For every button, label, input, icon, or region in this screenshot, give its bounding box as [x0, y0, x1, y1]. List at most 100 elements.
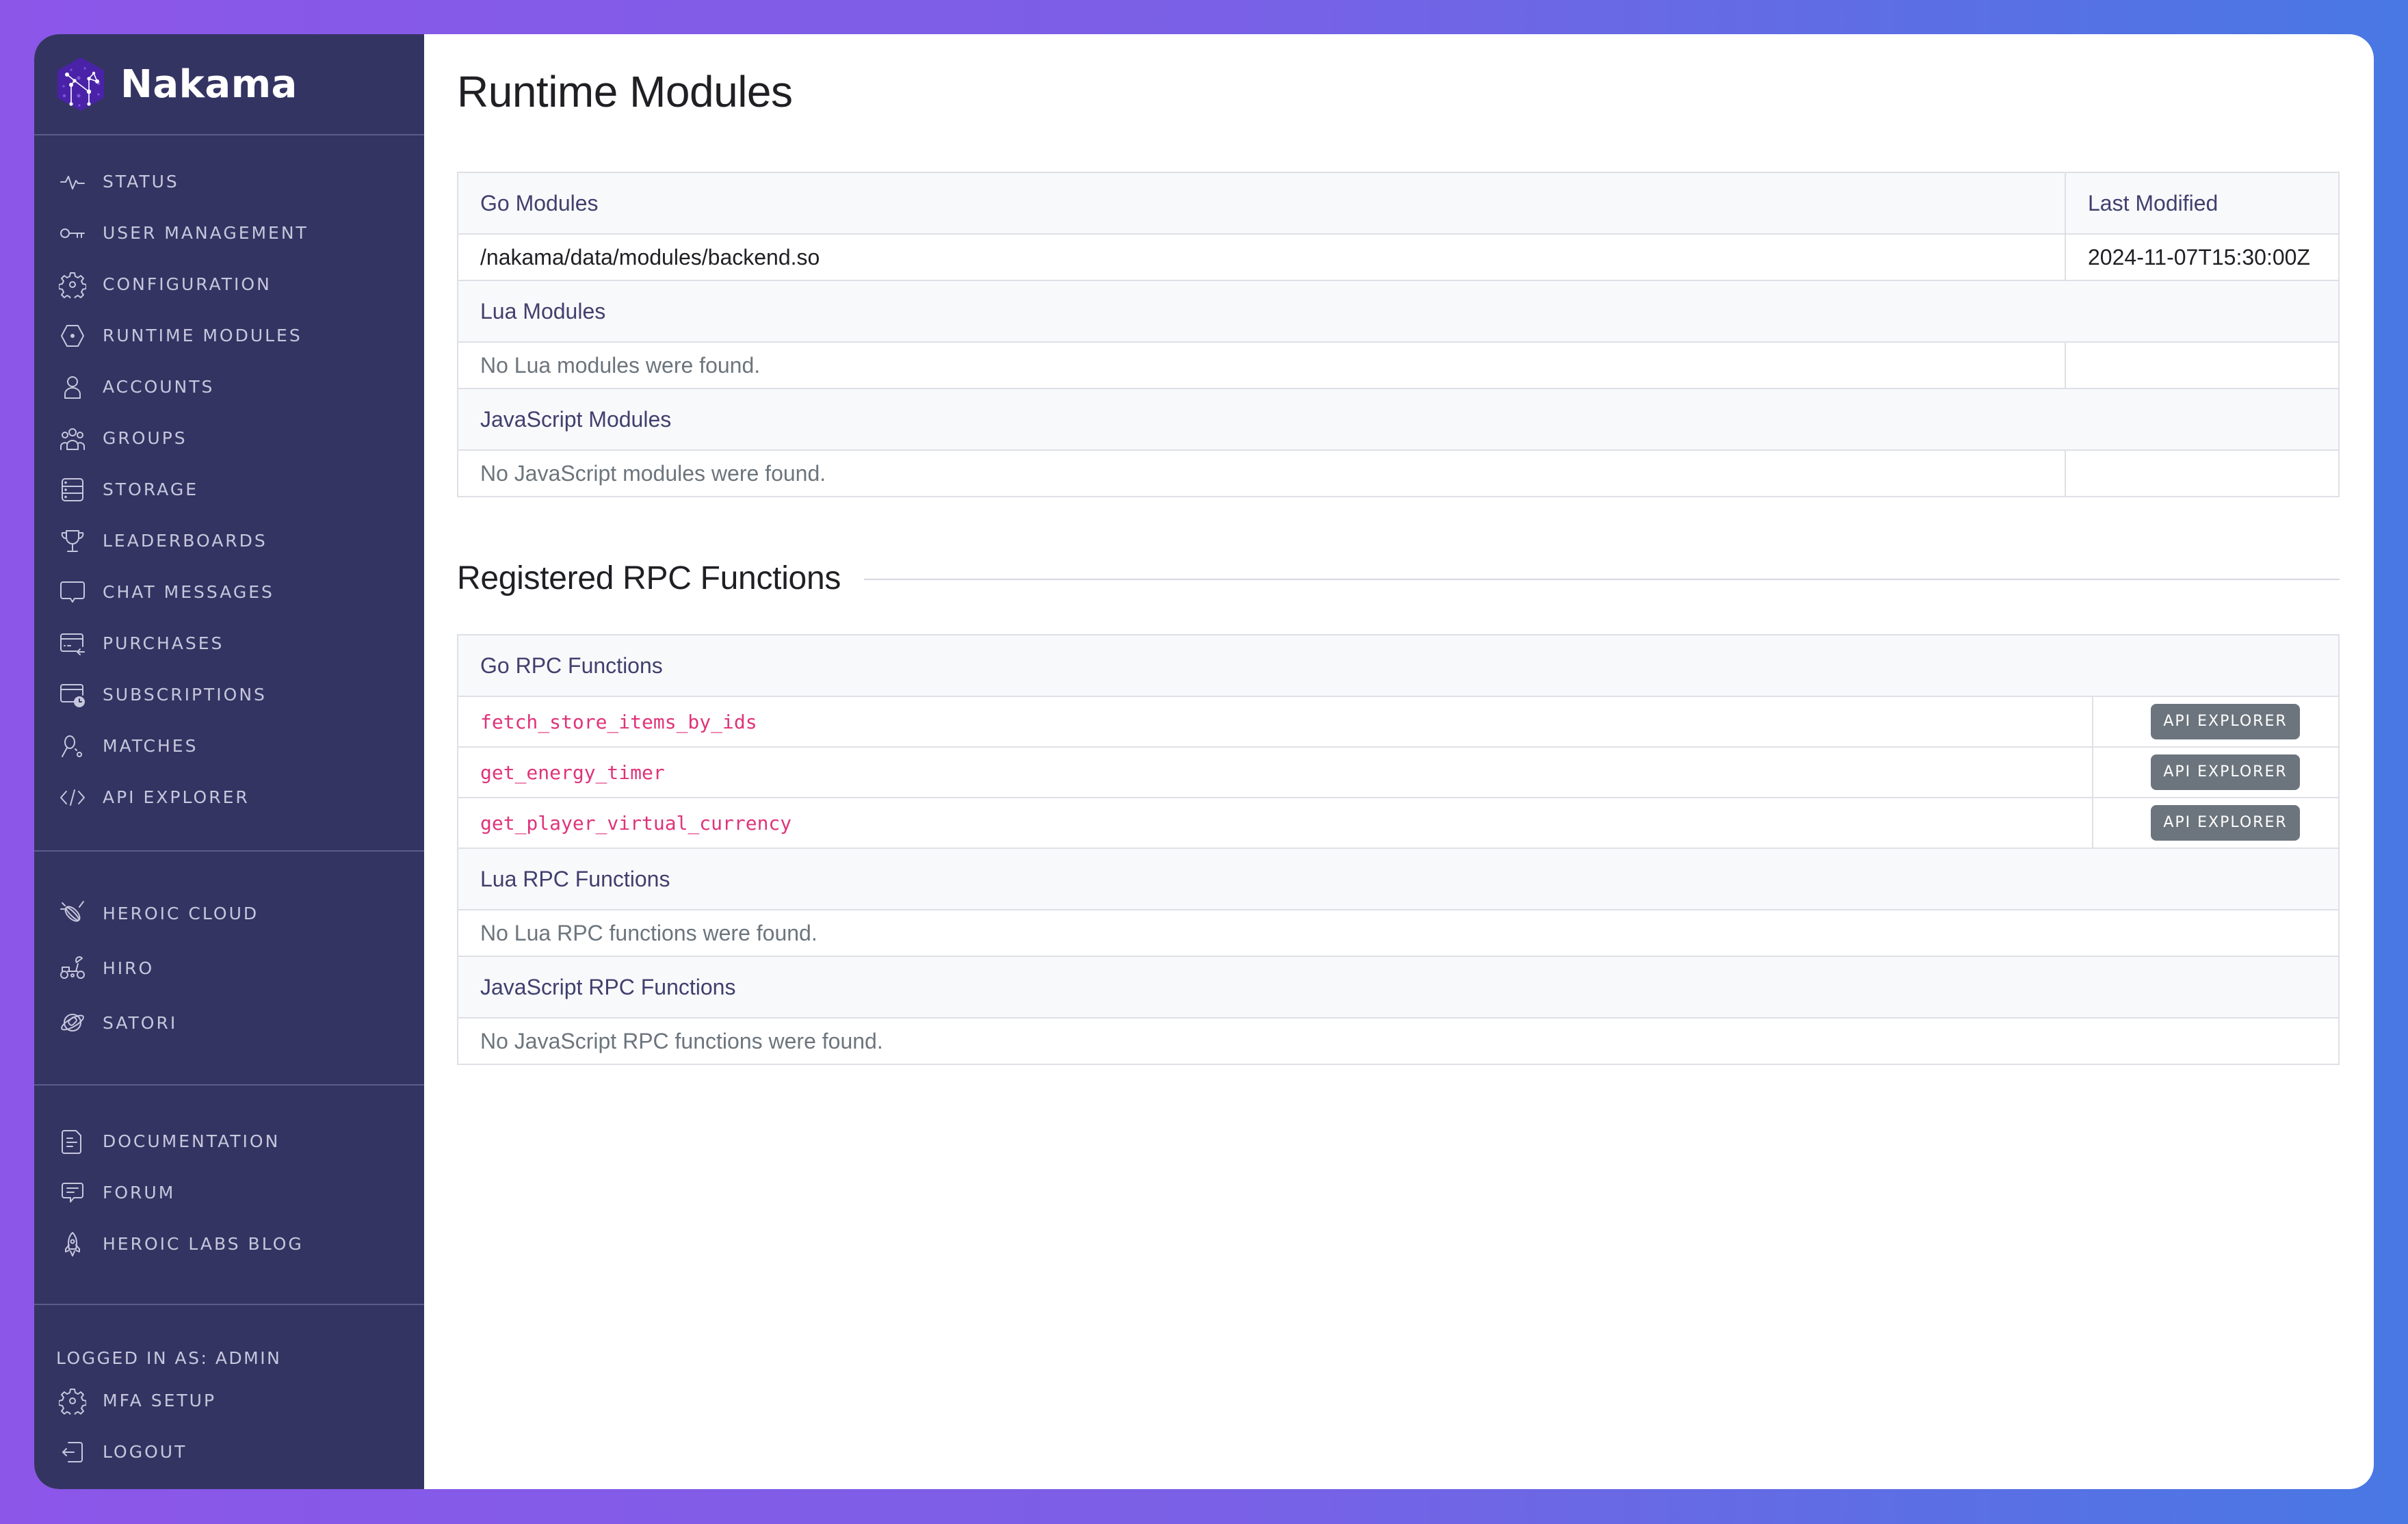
lua-modules-header-row: Lua Modules: [457, 280, 2340, 343]
js-rpc-header: JavaScript RPC Functions: [457, 956, 2340, 1019]
go-rpc-header-row: Go RPC Functions: [457, 634, 2340, 697]
sidebar-item-mfa-setup[interactable]: MFA Setup: [34, 1375, 424, 1426]
sidebar-item-subscriptions[interactable]: Subscriptions: [34, 669, 424, 720]
rpc-function-name: fetch_store_items_by_ids: [457, 696, 2093, 748]
sidebar-item-documentation[interactable]: Documentation: [34, 1116, 424, 1167]
sidebar-item-label: Subscriptions: [103, 685, 267, 705]
rpc-section-heading: Registered RPC Functions: [457, 557, 2340, 599]
sidebar-item-label: Documentation: [103, 1131, 280, 1151]
modules-table: Go Modules Last Modified /nakama/data/mo…: [457, 172, 2340, 497]
rpc-action-cell: API EXPLORER: [2092, 696, 2340, 748]
rover-icon: [60, 956, 85, 979]
api-explorer-button[interactable]: API EXPLORER: [2151, 754, 2300, 790]
sidebar-item-label: Matches: [103, 736, 198, 756]
sidebar-item-forum[interactable]: Forum: [34, 1167, 424, 1218]
sidebar: Nakama Status User Management Configurat…: [34, 34, 424, 1489]
sidebar-item-label: Groups: [103, 428, 187, 448]
rpc-functions-table: Go RPC Functions fetch_store_items_by_id…: [457, 634, 2340, 1065]
js-rpc-header-row: JavaScript RPC Functions: [457, 956, 2340, 1019]
table-row: No Lua modules were found.: [457, 341, 2340, 389]
table-row: /nakama/data/modules/backend.so 2024-11-…: [457, 233, 2340, 281]
table-row: get_player_virtual_currency API EXPLORER: [457, 797, 2340, 849]
gear-icon: [59, 1388, 86, 1415]
hexagon-icon: [61, 324, 84, 347]
sidebar-item-accounts[interactable]: Accounts: [34, 361, 424, 412]
go-modules-header-row: Go Modules Last Modified: [457, 172, 2340, 235]
document-icon: [62, 1129, 81, 1154]
sidebar-item-heroic-cloud[interactable]: Heroic Cloud: [34, 886, 424, 941]
logged-in-as-label: LOGGED IN AS: ADMIN: [56, 1348, 282, 1368]
empty-cell: [2065, 449, 2340, 497]
lua-rpc-empty: No Lua RPC functions were found.: [457, 909, 2340, 957]
sidebar-item-status[interactable]: Status: [34, 156, 424, 207]
sidebar-item-label: Chat Messages: [103, 582, 274, 602]
table-row: No Lua RPC functions were found.: [457, 909, 2340, 957]
sidebar-item-label: Runtime Modules: [103, 326, 302, 345]
credit-card-icon: [60, 633, 85, 655]
user-icon: [64, 376, 81, 399]
sidebar-item-label: Configuration: [103, 274, 272, 294]
js-modules-header-row: JavaScript Modules: [457, 388, 2340, 451]
sidebar-item-label: User Management: [103, 223, 309, 243]
sidebar-item-purchases[interactable]: Purchases: [34, 618, 424, 669]
sidebar-item-leaderboards[interactable]: Leaderboards: [34, 515, 424, 566]
sidebar-item-label: Purchases: [103, 633, 224, 653]
sidebar-item-label: Storage: [103, 479, 199, 499]
sidebar-item-label: Forum: [103, 1183, 176, 1203]
planet-rocket-icon: [61, 1014, 84, 1032]
brand[interactable]: Nakama: [34, 34, 424, 135]
heading-divider: [864, 579, 2340, 580]
lua-modules-empty: No Lua modules were found.: [457, 341, 2066, 389]
sidebar-item-storage[interactable]: Storage: [34, 464, 424, 515]
users-icon: [60, 428, 85, 450]
sidebar-item-chat-messages[interactable]: Chat Messages: [34, 566, 424, 618]
lua-rpc-header: Lua RPC Functions: [457, 848, 2340, 910]
sidebar-item-api-explorer[interactable]: API Explorer: [34, 772, 424, 823]
sidebar-item-satori[interactable]: Satori: [34, 995, 424, 1050]
module-last-modified: 2024-11-07T15:30:00Z: [2065, 233, 2340, 281]
rpc-function-name: get_energy_timer: [457, 746, 2093, 798]
sidebar-item-runtime-modules[interactable]: Runtime Modules: [34, 310, 424, 361]
sidebar-nav: Status User Management Configuration Run…: [34, 135, 424, 1477]
empty-cell: [2065, 341, 2340, 389]
racket-ball-icon: [62, 735, 82, 757]
sidebar-item-matches[interactable]: Matches: [34, 720, 424, 772]
sidebar-item-logout[interactable]: Logout: [34, 1426, 424, 1477]
sidebar-item-label: Hiro: [103, 958, 155, 978]
table-row: No JavaScript RPC functions were found.: [457, 1017, 2340, 1065]
lua-modules-header: Lua Modules: [457, 280, 2340, 343]
rpc-heading-title: Registered RPC Functions: [457, 560, 841, 596]
satellite-icon: [60, 901, 84, 922]
table-row: No JavaScript modules were found.: [457, 449, 2340, 497]
code-icon: [60, 789, 85, 806]
last-modified-header: Last Modified: [2065, 172, 2340, 235]
sidebar-item-label: API Explorer: [103, 787, 250, 807]
forum-icon: [62, 1182, 83, 1203]
sidebar-item-configuration[interactable]: Configuration: [34, 259, 424, 310]
sidebar-item-label: Logout: [103, 1442, 187, 1462]
sidebar-item-groups[interactable]: Groups: [34, 412, 424, 464]
rpc-action-cell: API EXPLORER: [2092, 797, 2340, 849]
app-window: Nakama Status User Management Configurat…: [34, 34, 2374, 1489]
sidebar-item-heroic-labs-blog[interactable]: Heroic Labs Blog: [34, 1218, 424, 1270]
lua-rpc-header-row: Lua RPC Functions: [457, 848, 2340, 910]
nav-group-products: Heroic Cloud Hiro Satori: [34, 852, 424, 1086]
go-modules-header: Go Modules: [457, 172, 2066, 235]
gear-icon: [59, 272, 86, 298]
sidebar-item-label: MFA Setup: [103, 1391, 217, 1410]
js-rpc-empty: No JavaScript RPC functions were found.: [457, 1017, 2340, 1065]
rpc-action-cell: API EXPLORER: [2092, 746, 2340, 798]
sidebar-item-label: Leaderboards: [103, 531, 267, 551]
api-explorer-button[interactable]: API EXPLORER: [2151, 805, 2300, 841]
nav-group-resources: Documentation Forum Heroic Labs Blog: [34, 1086, 424, 1305]
js-modules-empty: No JavaScript modules were found.: [457, 449, 2066, 497]
module-path: /nakama/data/modules/backend.so: [457, 233, 2066, 281]
database-icon: [62, 477, 83, 501]
api-explorer-button[interactable]: API EXPLORER: [2151, 704, 2300, 739]
rocket-icon: [65, 1231, 80, 1257]
sidebar-item-user-management[interactable]: User Management: [34, 207, 424, 259]
brand-name: Nakama: [120, 62, 298, 107]
sidebar-item-label: Status: [103, 172, 179, 192]
sidebar-item-hiro[interactable]: Hiro: [34, 941, 424, 995]
sidebar-item-label: Accounts: [103, 377, 215, 397]
